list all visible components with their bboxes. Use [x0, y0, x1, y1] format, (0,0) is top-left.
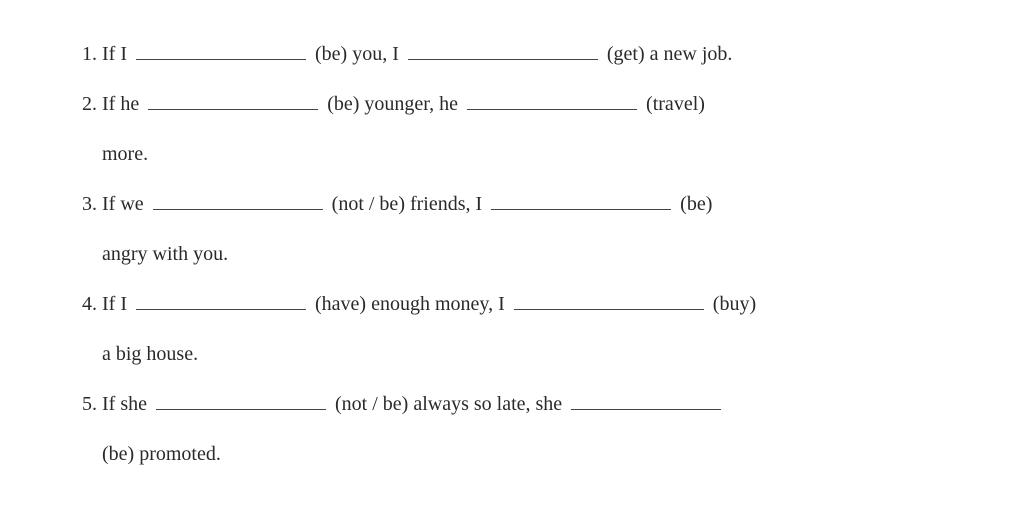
sentence-text: If I — [102, 293, 132, 315]
sentence-line: If I (have) enough money, I (buy) — [102, 288, 964, 320]
exercise-item: If he (be) younger, he (travel)more. — [102, 88, 964, 170]
verb-hint: get — [614, 43, 638, 65]
sentence-text: ) — [749, 293, 756, 315]
fill-blank[interactable] — [153, 191, 323, 210]
fill-blank[interactable] — [408, 41, 598, 60]
sentence-line: If he (be) younger, he (travel) — [102, 88, 964, 120]
sentence-continuation: (be) promoted. — [102, 438, 964, 470]
fill-blank[interactable] — [467, 91, 637, 110]
verb-hint: buy — [719, 293, 749, 315]
sentence-continuation: more. — [102, 138, 964, 170]
sentence-text: ( — [708, 293, 720, 315]
sentence-line: If she (not / be) always so late, she — [102, 388, 964, 420]
sentence-text: ( — [327, 193, 339, 215]
sentence-text: ) a new job. — [638, 43, 732, 65]
sentence-text: If she — [102, 393, 152, 415]
fill-blank[interactable] — [571, 391, 721, 410]
sentence-text: ) younger, he — [353, 93, 463, 115]
exercise-item: If she (not / be) always so late, she (b… — [102, 388, 964, 470]
exercise-item: If I (have) enough money, I (buy)a big h… — [102, 288, 964, 370]
verb-hint: be — [334, 93, 353, 115]
fill-blank[interactable] — [491, 191, 671, 210]
fill-blank[interactable] — [136, 291, 306, 310]
verb-hint: not / be — [342, 393, 402, 415]
sentence-text: ) — [698, 93, 705, 115]
worksheet-page: If I (be) you, I (get) a new job.If he (… — [0, 0, 1024, 508]
sentence-line: If I (be) you, I (get) a new job. — [102, 38, 964, 70]
fill-blank[interactable] — [514, 291, 704, 310]
sentence-text: ) always so late, she — [402, 393, 568, 415]
verb-hint: be — [322, 43, 341, 65]
sentence-text: ( — [675, 193, 687, 215]
sentence-line: If we (not / be) friends, I (be) — [102, 188, 964, 220]
sentence-text: ) enough money, I — [359, 293, 509, 315]
sentence-text: ( — [310, 293, 322, 315]
sentence-text: ) you, I — [341, 43, 404, 65]
sentence-continuation: a big house. — [102, 338, 964, 370]
sentence-text: If I — [102, 43, 132, 65]
verb-hint: have — [322, 293, 360, 315]
verb-hint: be — [687, 193, 706, 215]
exercise-list: If I (be) you, I (get) a new job.If he (… — [60, 38, 964, 470]
sentence-text: If we — [102, 193, 149, 215]
fill-blank[interactable] — [156, 391, 326, 410]
exercise-item: If we (not / be) friends, I (be)angry wi… — [102, 188, 964, 270]
sentence-text: ( — [641, 93, 653, 115]
exercise-item: If I (be) you, I (get) a new job. — [102, 38, 964, 70]
sentence-continuation: angry with you. — [102, 238, 964, 270]
sentence-text: ( — [330, 393, 342, 415]
sentence-text: ( — [322, 93, 334, 115]
verb-hint: not / be — [338, 193, 398, 215]
fill-blank[interactable] — [136, 41, 306, 60]
sentence-text: ( — [310, 43, 322, 65]
fill-blank[interactable] — [148, 91, 318, 110]
sentence-text: ( — [602, 43, 614, 65]
sentence-text: If he — [102, 93, 144, 115]
verb-hint: travel — [653, 93, 699, 115]
sentence-text: ) friends, I — [398, 193, 487, 215]
sentence-text: ) — [706, 193, 713, 215]
